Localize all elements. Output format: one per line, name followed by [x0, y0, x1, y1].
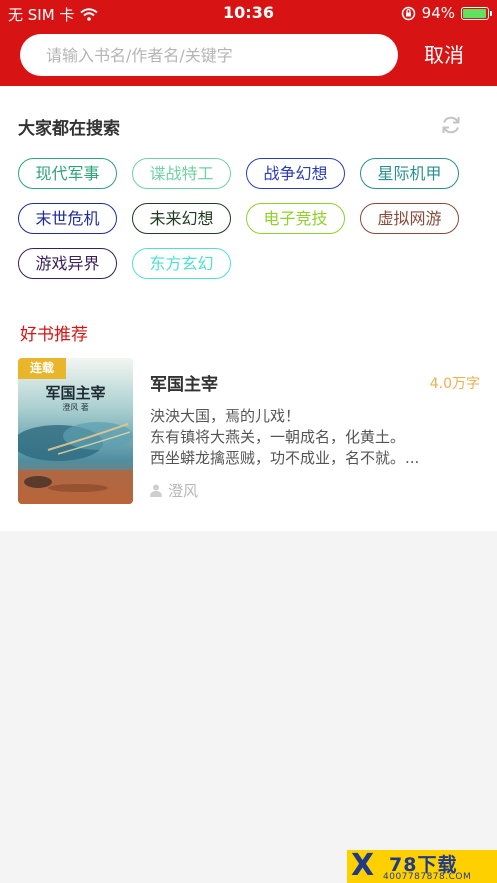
cover-author: 澄风 著 — [62, 403, 89, 412]
tag-item[interactable]: 东方玄幻 — [132, 248, 231, 279]
status-bar: 无 SIM 卡 10:36 94% — [0, 0, 497, 28]
watermark-x: X — [351, 848, 375, 883]
tag-item[interactable]: 星际机甲 — [360, 158, 459, 189]
tag-item[interactable]: 战争幻想 — [246, 158, 345, 189]
main-content: 大家都在搜索 现代军事 谍战特工 战争幻想 星际机甲 末世危机 未来幻想 电子竞… — [0, 86, 497, 531]
book-title: 军国主宰 — [150, 375, 218, 395]
description-line: 泱泱大国，焉的儿戏！ — [150, 407, 301, 425]
cover-title: 军国主宰 — [45, 384, 106, 402]
tag-item[interactable]: 未来幻想 — [132, 203, 231, 234]
rotation-lock-icon — [401, 6, 415, 20]
tag-item[interactable]: 虚拟网游 — [360, 203, 459, 234]
serial-badge: 连载 — [18, 358, 66, 379]
battery-percent: 94% — [421, 4, 455, 22]
recommend-title: 好书推荐 — [20, 325, 88, 345]
tag-item[interactable]: 游戏异界 — [18, 248, 117, 279]
refresh-icon[interactable] — [440, 114, 462, 136]
hot-search-title: 大家都在搜索 — [18, 119, 120, 139]
word-count: 4.0万字 — [429, 376, 480, 392]
search-box[interactable] — [20, 34, 398, 76]
cancel-button[interactable]: 取消 — [412, 40, 476, 70]
book-card[interactable]: 连载 军国主宰 澄风 著 军国主宰 4.0万字 泱泱大国，焉的儿戏！ 东有镇将大… — [18, 358, 480, 506]
cover-artwork — [18, 358, 133, 504]
tag-item[interactable]: 末世危机 — [18, 203, 117, 234]
tag-item[interactable]: 谍战特工 — [132, 158, 231, 189]
author-name: 澄风 — [168, 482, 199, 500]
book-description: 泱泱大国，焉的儿戏！ 东有镇将大燕关，一朝成名，化黄土。 西坐蟒龙擒恶贼，功不成… — [150, 406, 480, 469]
tag-item[interactable]: 现代军事 — [18, 158, 117, 189]
watermark-logo: X 78下载 4007787878.COM — [347, 848, 497, 883]
tag-item[interactable]: 电子竞技 — [246, 203, 345, 234]
user-icon — [150, 484, 162, 497]
book-cover: 连载 军国主宰 澄风 著 — [18, 358, 133, 504]
header: 无 SIM 卡 10:36 94% 取消 — [0, 0, 497, 86]
description-line: 西坐蟒龙擒恶贼，功不成业，名不就。... — [150, 449, 420, 467]
search-input[interactable] — [20, 34, 398, 76]
battery-icon — [461, 6, 492, 20]
watermark-site: 4007787878.COM — [383, 872, 472, 882]
description-line: 东有镇将大燕关，一朝成名，化黄土。 — [150, 428, 406, 446]
book-author: 澄风 — [150, 480, 198, 501]
